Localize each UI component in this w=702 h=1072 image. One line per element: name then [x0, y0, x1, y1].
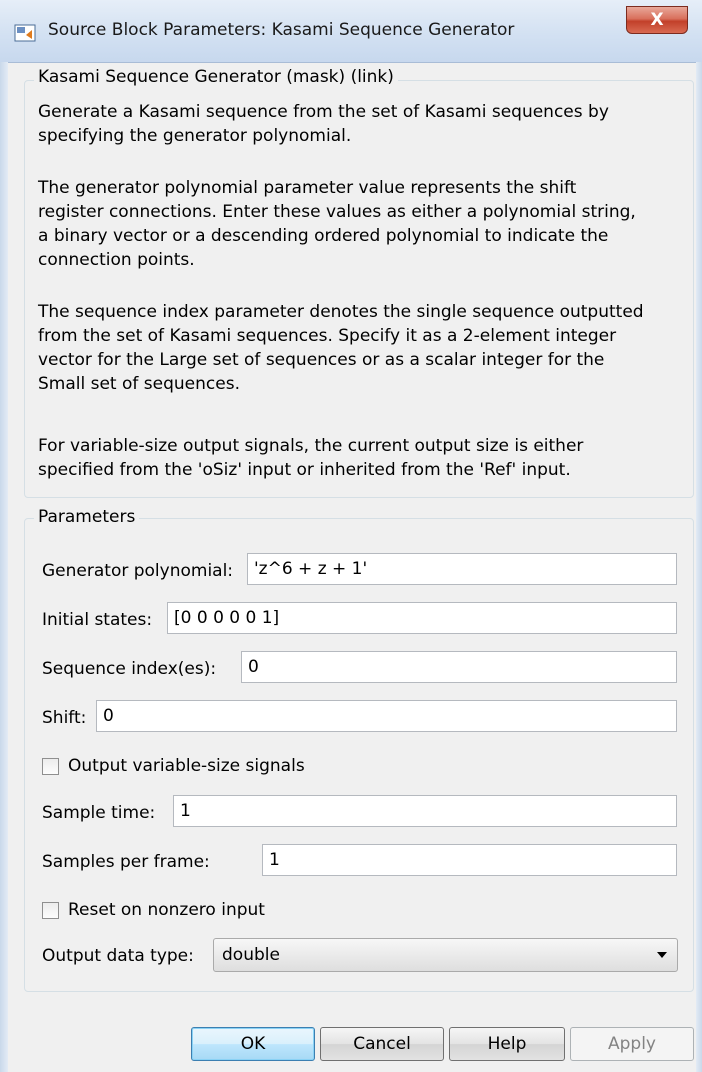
- sample-time-label: Sample time:: [42, 803, 156, 823]
- description-group-title: Kasami Sequence Generator (mask) (link): [34, 67, 398, 87]
- window-frame-right: [696, 62, 702, 1072]
- close-button[interactable]: X: [626, 6, 688, 34]
- cancel-button[interactable]: Cancel: [320, 1027, 444, 1061]
- initial-states-field[interactable]: [0 0 0 0 0 1]: [167, 602, 677, 634]
- simulink-block-icon: [14, 24, 36, 42]
- description-line: Small set of sequences.: [38, 374, 240, 394]
- output-variable-size-label[interactable]: Output variable-size signals: [68, 756, 305, 776]
- parameters-group-title: Parameters: [34, 507, 140, 527]
- sequence-index-label: Sequence index(es):: [42, 659, 217, 679]
- window-frame-left: [0, 62, 8, 1072]
- description-line: register connections. Enter these values…: [38, 202, 636, 222]
- description-line: The generator polynomial parameter value…: [38, 178, 577, 198]
- samples-per-frame-field[interactable]: 1: [262, 844, 677, 876]
- samples-per-frame-label: Samples per frame:: [42, 852, 210, 872]
- apply-button[interactable]: Apply: [570, 1027, 694, 1061]
- chevron-down-icon: [657, 952, 667, 958]
- shift-field[interactable]: 0: [96, 700, 677, 732]
- initial-states-label: Initial states:: [42, 610, 153, 630]
- description-line: from the set of Kasami sequences. Specif…: [38, 326, 617, 346]
- sample-time-field[interactable]: 1: [173, 795, 677, 827]
- help-button[interactable]: Help: [449, 1027, 565, 1061]
- description-paragraph-4: For variable-size output signals, the cu…: [38, 434, 690, 482]
- description-line: a binary vector or a descending ordered …: [38, 226, 609, 246]
- parameters-group: [24, 518, 694, 992]
- description-paragraph-2: The generator polynomial parameter value…: [38, 176, 690, 272]
- description-line: For variable-size output signals, the cu…: [38, 436, 584, 456]
- description-line: specifying the generator polynomial.: [38, 126, 352, 146]
- generator-polynomial-label: Generator polynomial:: [42, 561, 234, 581]
- description-line: Generate a Kasami sequence from the set …: [38, 102, 609, 122]
- window-title: Source Block Parameters: Kasami Sequence…: [48, 20, 515, 40]
- description-line: connection points.: [38, 250, 195, 270]
- shift-label: Shift:: [42, 708, 87, 728]
- description-line: specified from the 'oSiz' input or inher…: [38, 460, 571, 480]
- reset-on-nonzero-label[interactable]: Reset on nonzero input: [68, 900, 265, 920]
- ok-button[interactable]: OK: [191, 1027, 315, 1061]
- description-paragraph-3: The sequence index parameter denotes the…: [38, 300, 690, 396]
- close-icon: X: [650, 10, 664, 30]
- output-data-type-select[interactable]: double: [213, 938, 678, 972]
- description-line: vector for the Large set of sequences or…: [38, 350, 605, 370]
- title-bar[interactable]: Source Block Parameters: Kasami Sequence…: [0, 0, 702, 63]
- output-variable-size-checkbox[interactable]: [42, 758, 59, 775]
- generator-polynomial-field[interactable]: 'z^6 + z + 1': [247, 553, 677, 585]
- description-text: Generate a Kasami sequence from the set …: [38, 100, 690, 148]
- output-data-type-label: Output data type:: [42, 946, 194, 966]
- reset-on-nonzero-checkbox[interactable]: [42, 902, 59, 919]
- sequence-index-field[interactable]: 0: [241, 651, 677, 683]
- description-line: The sequence index parameter denotes the…: [38, 302, 644, 322]
- output-data-type-value: double: [222, 945, 280, 965]
- description-paragraph-1: Generate a Kasami sequence from the set …: [38, 100, 690, 148]
